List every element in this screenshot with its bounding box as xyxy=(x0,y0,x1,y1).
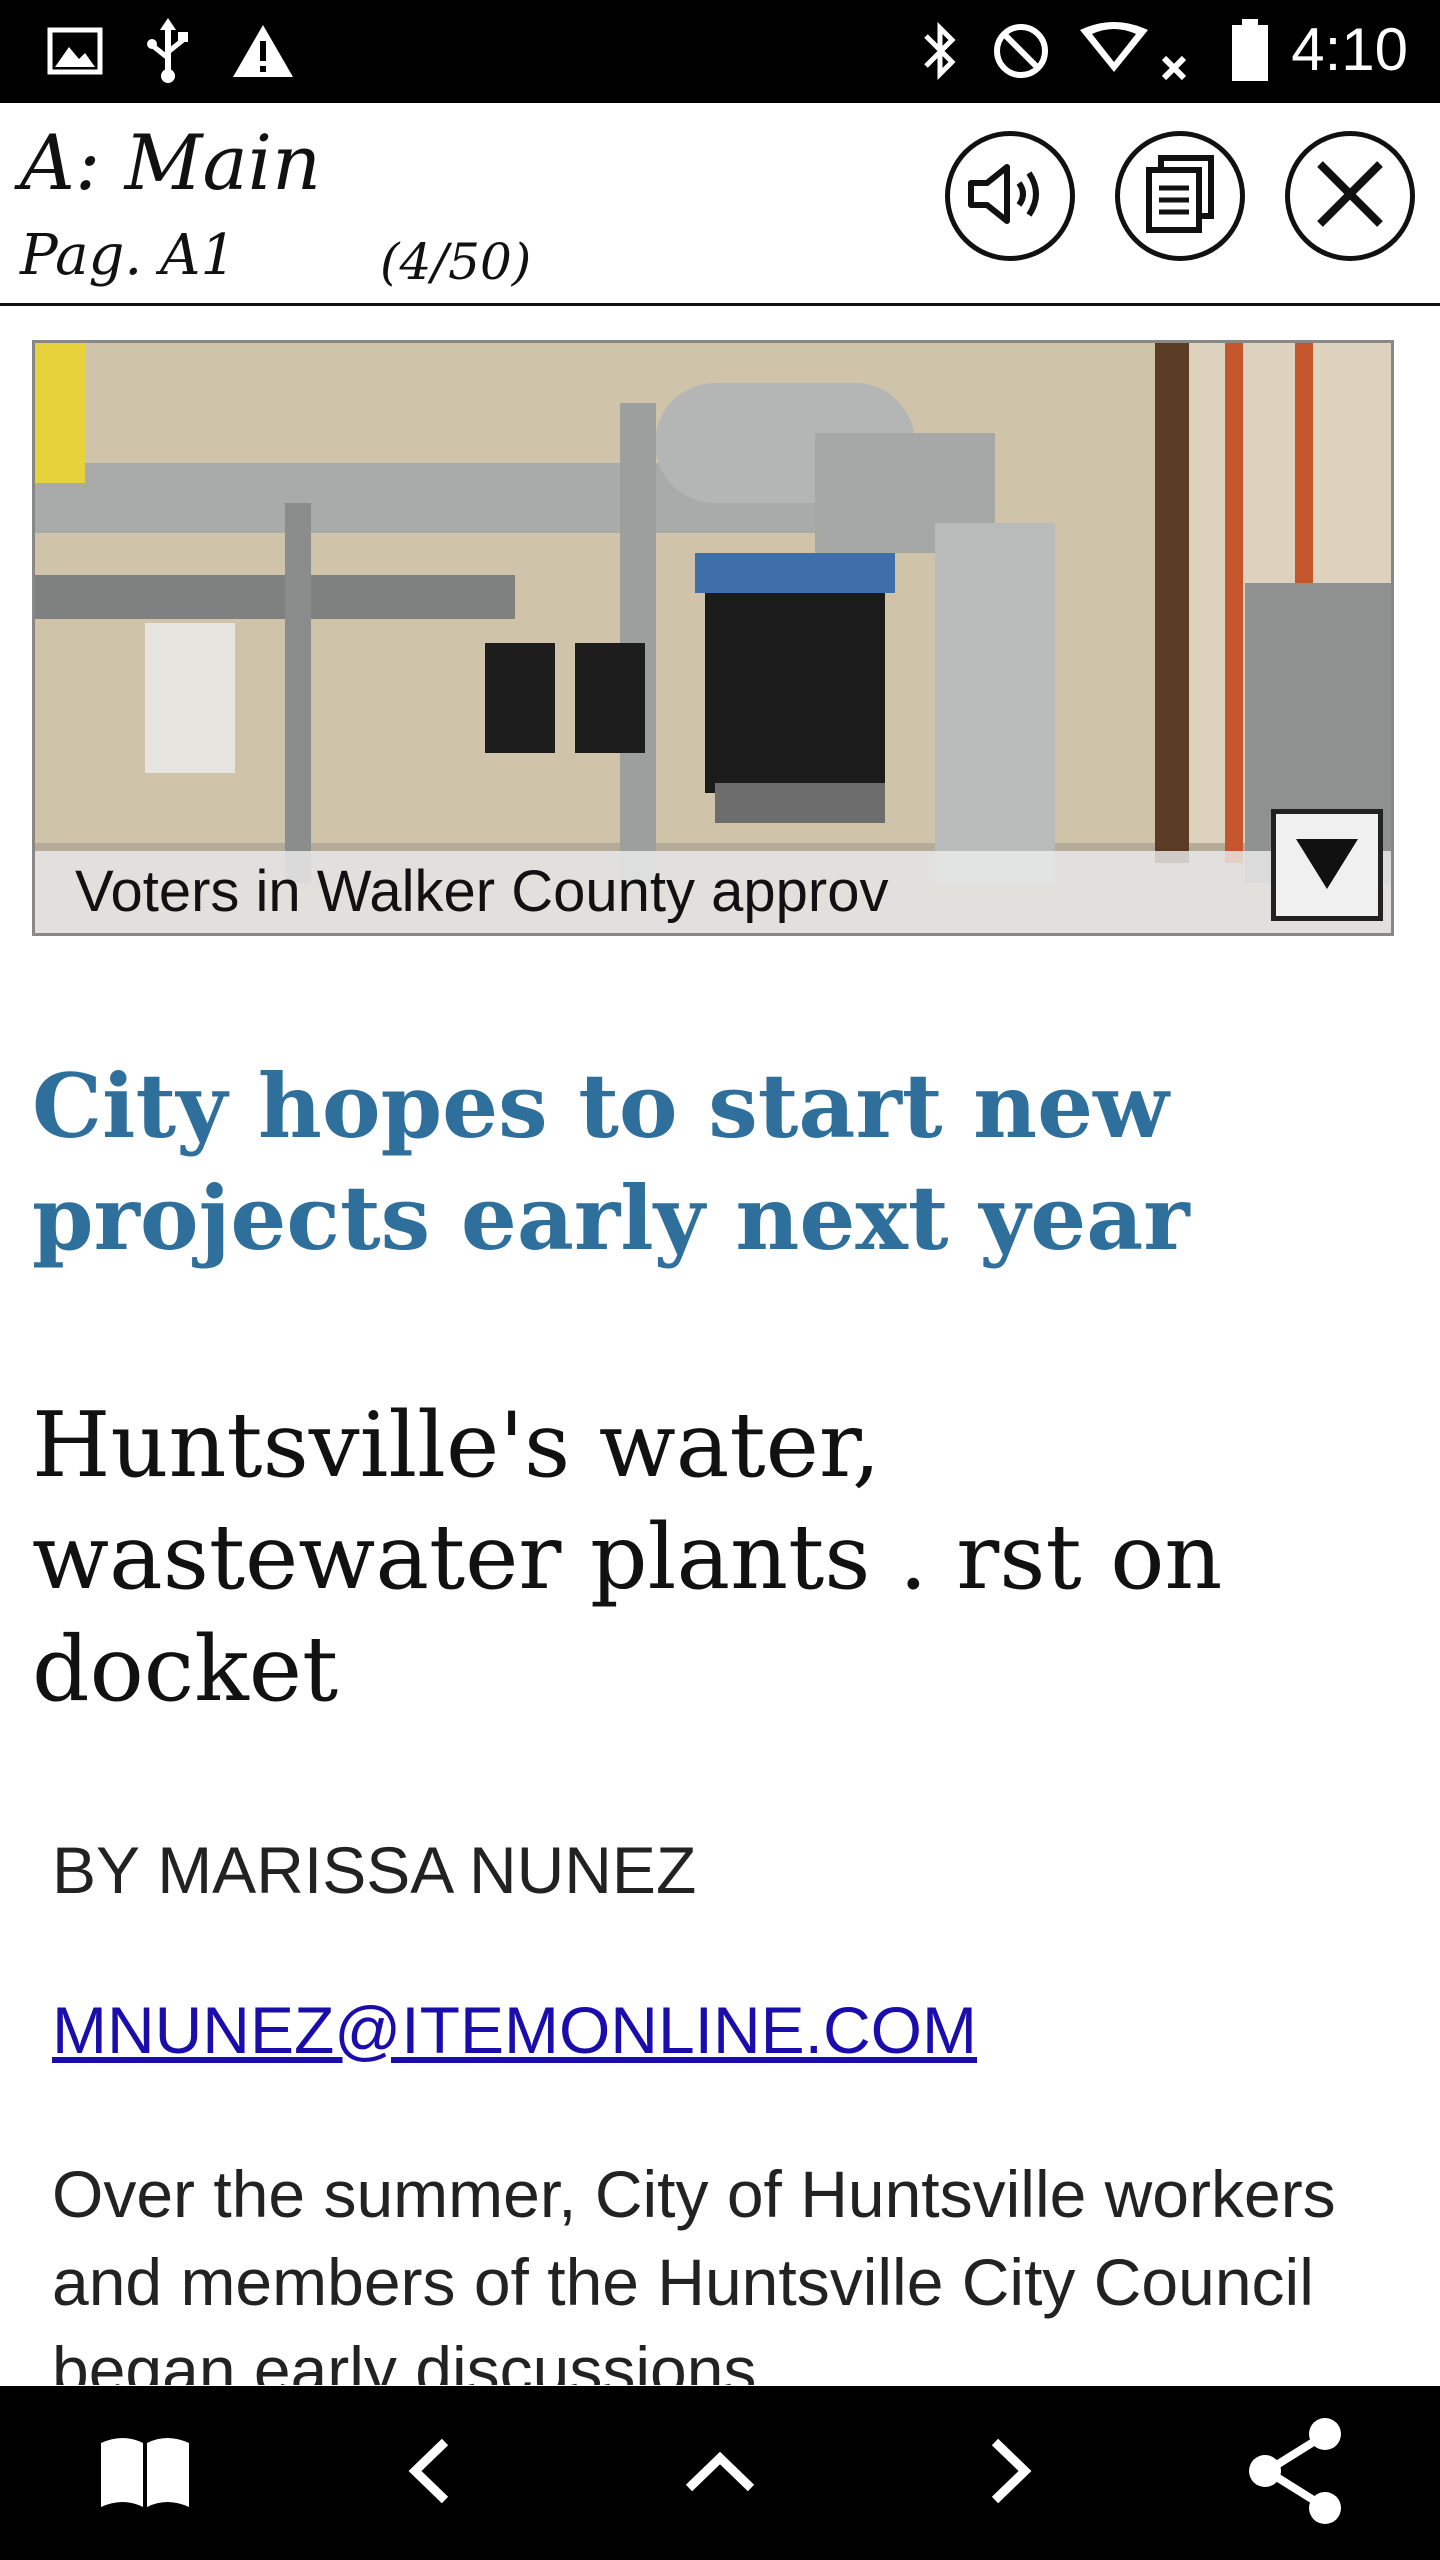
image-icon xyxy=(40,18,110,84)
caption-bar: Voters in Walker County approv xyxy=(35,851,1391,933)
do-not-disturb-icon xyxy=(988,18,1054,84)
document-icon xyxy=(1143,154,1217,238)
chevron-left-icon xyxy=(405,2436,455,2510)
article-byline: BY MARISSA NUNEZ xyxy=(52,1833,697,1907)
bottom-toolbar xyxy=(0,2386,1440,2560)
clock: 4:10 xyxy=(1291,16,1408,83)
bluetooth-icon xyxy=(912,18,968,84)
previous-article-button[interactable] xyxy=(355,2386,505,2560)
chevron-up-icon xyxy=(683,2448,757,2498)
chevron-right-icon xyxy=(985,2436,1035,2510)
issue-button[interactable] xyxy=(70,2386,220,2560)
article-headline: City hopes to start new projects early n… xyxy=(32,1054,1190,1270)
close-icon xyxy=(1312,156,1388,236)
battery-icon xyxy=(1224,18,1276,84)
section-title: A: Main xyxy=(20,118,322,207)
wifi-off-icon xyxy=(1074,18,1194,84)
share-icon xyxy=(1245,2416,1345,2530)
book-icon xyxy=(97,2431,193,2515)
warning-icon xyxy=(228,18,298,84)
article-photo[interactable]: Voters in Walker County approv xyxy=(32,340,1394,936)
photo-caption: Voters in Walker County approv xyxy=(75,859,889,924)
page-label: Pag. A1 xyxy=(20,223,237,288)
close-button[interactable] xyxy=(1285,131,1415,261)
usb-icon xyxy=(138,18,198,84)
status-bar: 4:10 xyxy=(0,0,1440,103)
article-subhead: Huntsville's water, wastewater plants . … xyxy=(32,1393,1223,1722)
expand-caption-button[interactable] xyxy=(1271,809,1383,921)
article-body: Over the summer, City of Huntsville work… xyxy=(52,2157,1336,2385)
share-button[interactable] xyxy=(1220,2386,1370,2560)
reader-header: A: Main Pag. A1 (4/50) xyxy=(0,103,1440,306)
next-article-button[interactable] xyxy=(935,2386,1085,2560)
speaker-icon xyxy=(965,159,1055,233)
page-count: (4/50) xyxy=(380,233,532,291)
triangle-down-icon xyxy=(1292,833,1362,897)
page-view-button[interactable] xyxy=(1115,131,1245,261)
read-aloud-button[interactable] xyxy=(945,131,1075,261)
article-list-button[interactable] xyxy=(645,2386,795,2560)
author-email-link[interactable]: MNUNEZ@ITEMONLINE.COM xyxy=(52,1990,977,2070)
photo-illustration xyxy=(35,343,1391,933)
